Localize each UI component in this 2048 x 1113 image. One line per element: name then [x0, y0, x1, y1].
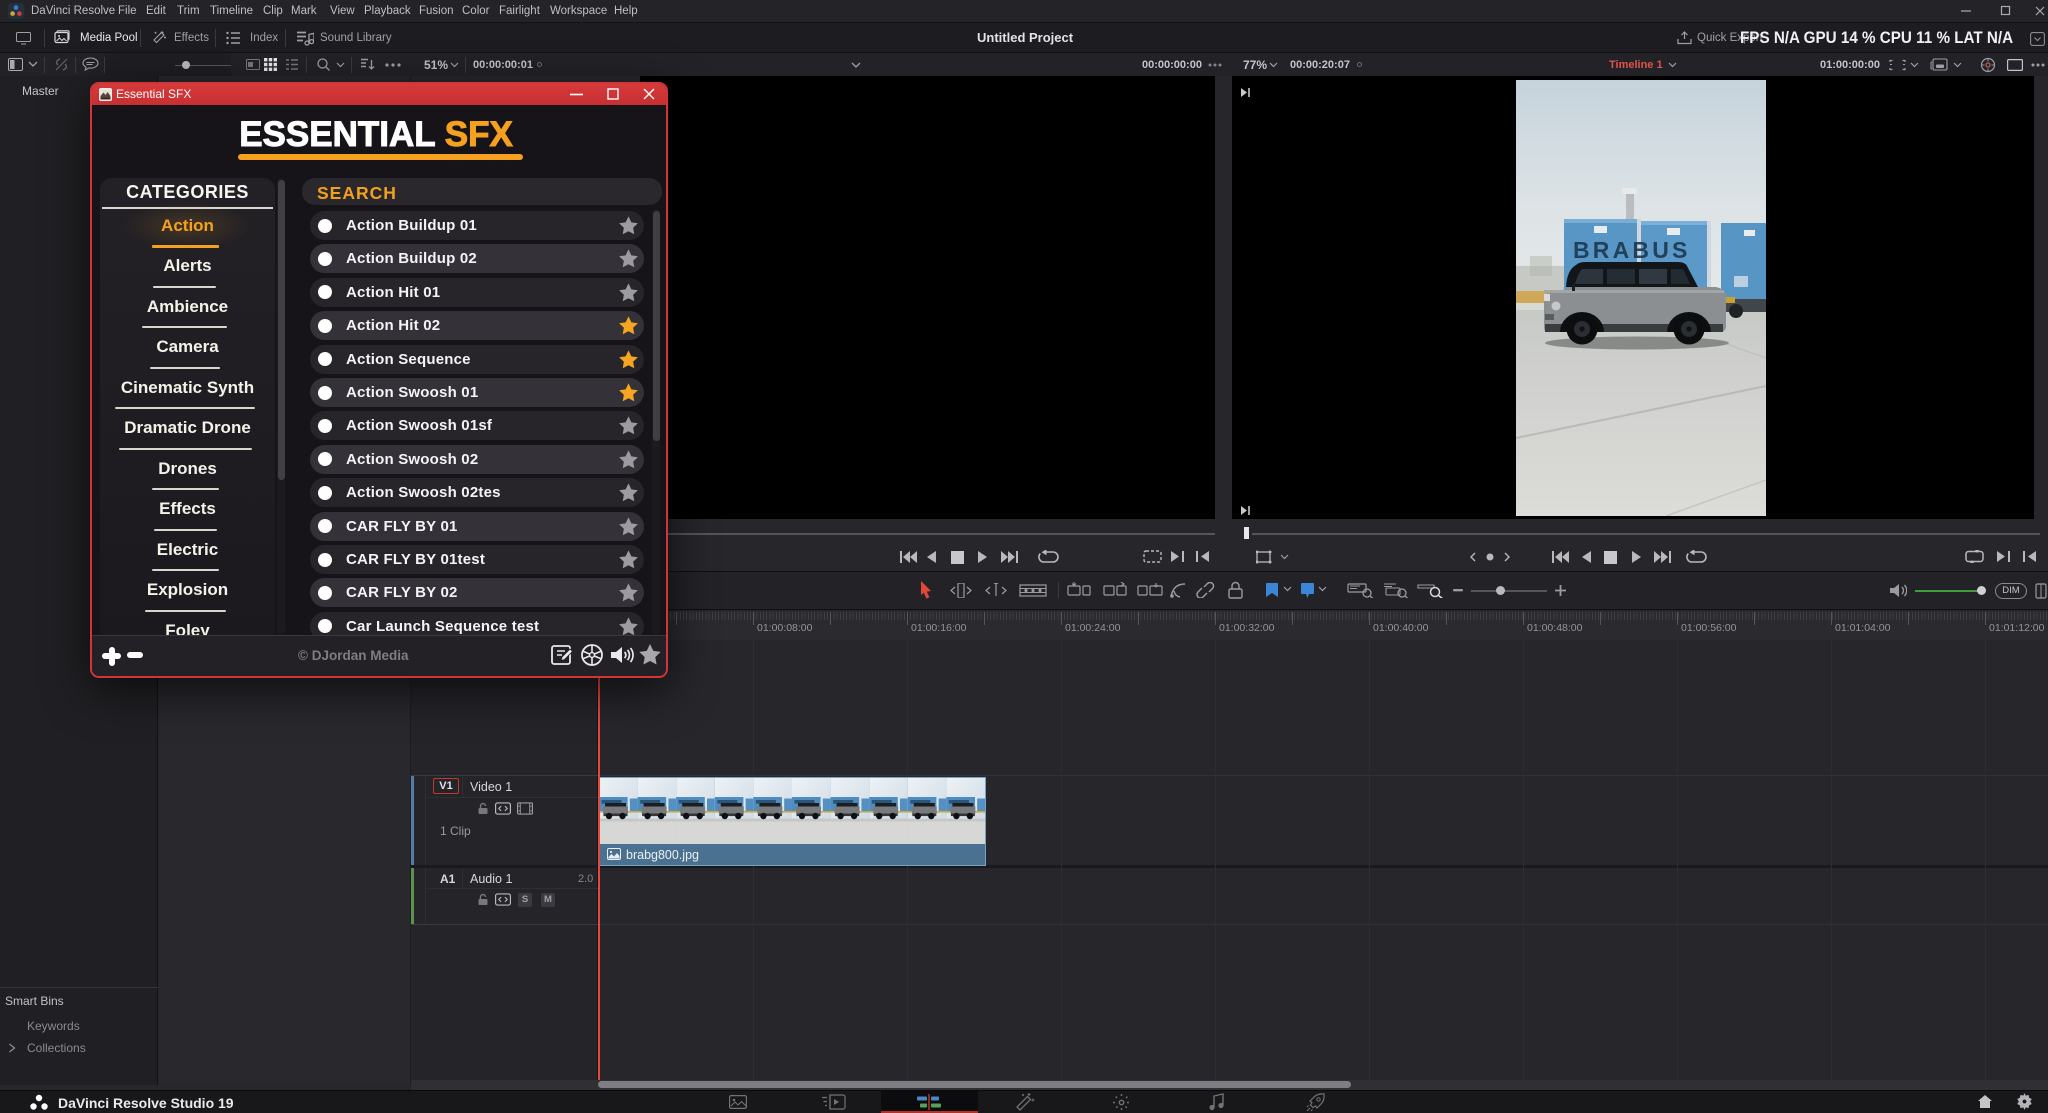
svg-text:BRABUS: BRABUS — [1573, 237, 1691, 263]
